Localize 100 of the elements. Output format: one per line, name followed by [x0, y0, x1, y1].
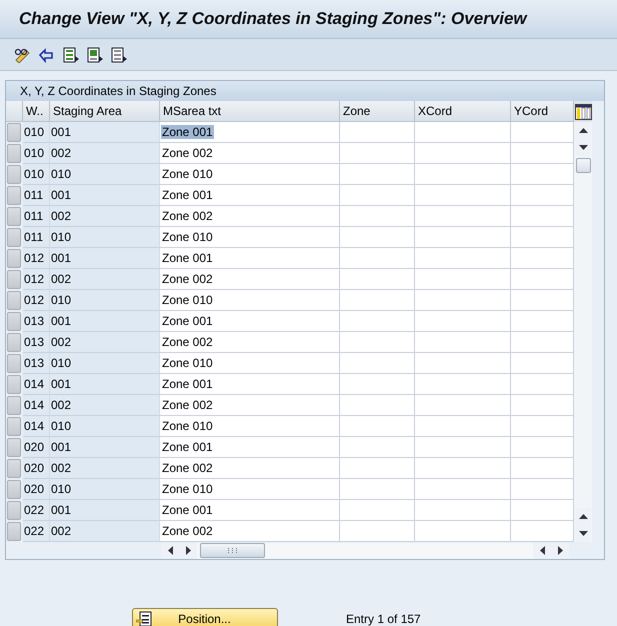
table-cell: 010: [23, 143, 50, 164]
cell-text[interactable]: Zone 002: [161, 335, 214, 349]
column-header[interactable]: MSarea txt: [160, 101, 340, 122]
scroll-down-button[interactable]: [575, 139, 591, 156]
table-cell: [511, 164, 574, 185]
row-selector[interactable]: [7, 291, 21, 310]
row-selector[interactable]: [7, 480, 21, 499]
scroll-left-button[interactable]: [161, 542, 179, 558]
table-cell: [511, 458, 574, 479]
table-cell: 001: [50, 374, 160, 395]
row-selector[interactable]: [7, 522, 21, 541]
row-selector[interactable]: [7, 207, 21, 226]
entry-count: Entry 1 of 157: [346, 612, 421, 626]
horizontal-scrollbar[interactable]: [161, 542, 569, 558]
table-cell: 012: [23, 269, 50, 290]
down-triangle-icon: [578, 531, 588, 536]
row-selector[interactable]: [7, 396, 21, 415]
column-header[interactable]: Zone: [340, 101, 415, 122]
document-icon[interactable]: [111, 46, 127, 62]
scroll-right-button[interactable]: [551, 542, 569, 558]
cell-text[interactable]: Zone 002: [161, 209, 214, 223]
row-selector[interactable]: [7, 186, 21, 205]
table-cell: 001: [50, 248, 160, 269]
table-cell: 013: [23, 332, 50, 353]
row-selector[interactable]: [7, 123, 21, 142]
column-header[interactable]: Staging Area: [50, 101, 160, 122]
cell-text[interactable]: Zone 010: [161, 167, 214, 181]
table-cell: 011: [23, 227, 50, 248]
table-cell: [511, 227, 574, 248]
cell-text[interactable]: Zone 001: [161, 188, 214, 202]
cell-text[interactable]: Zone 001: [161, 314, 214, 328]
row-selector[interactable]: [7, 459, 21, 478]
column-header[interactable]: YCord: [511, 101, 574, 122]
table-cell: 001: [50, 185, 160, 206]
table-cell: [511, 353, 574, 374]
row-selector[interactable]: [7, 270, 21, 289]
scroll-thumb[interactable]: [576, 158, 590, 173]
scroll-up-button[interactable]: [575, 122, 591, 139]
down-triangle-icon: [578, 145, 588, 150]
cell-text[interactable]: Zone 002: [161, 398, 214, 412]
table-cell: [511, 500, 574, 521]
table-cell: 020: [23, 479, 50, 500]
vertical-scrollbar[interactable]: [574, 101, 592, 542]
cell-text[interactable]: Zone 001: [161, 251, 214, 265]
cell-text[interactable]: Zone 002: [161, 524, 214, 538]
cell-text[interactable]: Zone 001: [161, 503, 214, 517]
table-cell: 002: [50, 521, 160, 542]
row-selector[interactable]: [7, 354, 21, 373]
table-cell: 010: [23, 122, 50, 143]
scroll-thumb[interactable]: [200, 543, 265, 558]
cell-text[interactable]: Zone 010: [161, 356, 214, 370]
table-cell: 001: [50, 311, 160, 332]
scroll-down-button[interactable]: [575, 525, 591, 542]
row-selector[interactable]: [7, 144, 21, 163]
table-cell: 002: [50, 395, 160, 416]
left-triangle-icon: [540, 546, 544, 555]
table-cell: 002: [50, 143, 160, 164]
table-cell: 002: [50, 206, 160, 227]
table-cell: 010: [23, 164, 50, 185]
document-icon[interactable]: [87, 46, 103, 62]
row-selector[interactable]: [7, 312, 21, 331]
cell-text[interactable]: Zone 001: [161, 125, 214, 139]
row-selector[interactable]: [7, 501, 21, 520]
document-icon[interactable]: [63, 46, 79, 62]
table-cell: 014: [23, 374, 50, 395]
scroll-up-button[interactable]: [575, 508, 591, 525]
table-cell: 014: [23, 416, 50, 437]
table-cell: 010: [50, 416, 160, 437]
row-selector[interactable]: [7, 165, 21, 184]
cell-text[interactable]: Zone 002: [161, 461, 214, 475]
column-settings-icon[interactable]: [574, 104, 592, 120]
cell-text[interactable]: Zone 010: [161, 230, 214, 244]
table-cell: [511, 374, 574, 395]
cell-text[interactable]: Zone 010: [161, 482, 214, 496]
row-selector[interactable]: [7, 438, 21, 457]
row-selector[interactable]: [7, 417, 21, 436]
table-cell: [511, 290, 574, 311]
cell-text[interactable]: Zone 010: [161, 419, 214, 433]
table-cell: 010: [50, 290, 160, 311]
table-cell: [511, 521, 574, 542]
row-selector[interactable]: [7, 228, 21, 247]
position-button[interactable]: Position...: [132, 608, 278, 626]
column-header[interactable]: XCord: [415, 101, 511, 122]
table-cell: [511, 332, 574, 353]
row-selector[interactable]: [7, 333, 21, 352]
select-all-button[interactable]: [6, 101, 23, 122]
change-icon[interactable]: [14, 46, 32, 62]
row-selector[interactable]: [7, 375, 21, 394]
cell-text[interactable]: Zone 002: [161, 146, 214, 160]
cell-text[interactable]: Zone 001: [161, 377, 214, 391]
column-header[interactable]: W..: [23, 101, 50, 122]
cell-text[interactable]: Zone 010: [161, 293, 214, 307]
undo-arrow-icon[interactable]: [38, 46, 56, 62]
scroll-right-button[interactable]: [179, 542, 197, 558]
table-cell: 014: [23, 395, 50, 416]
table-cell: 011: [23, 206, 50, 227]
cell-text[interactable]: Zone 001: [161, 440, 214, 454]
scroll-left-button[interactable]: [533, 542, 551, 558]
cell-text[interactable]: Zone 002: [161, 272, 214, 286]
row-selector[interactable]: [7, 249, 21, 268]
